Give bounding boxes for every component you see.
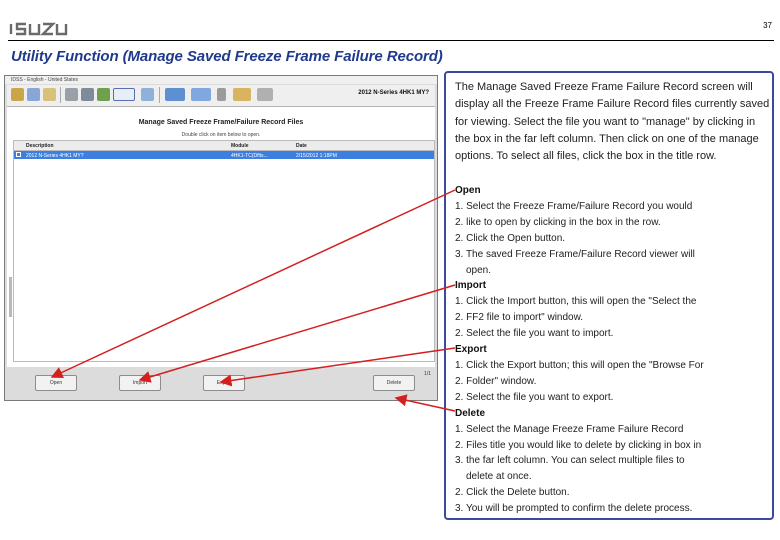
instruction-line: 2. Select the file you want to import.: [455, 328, 614, 340]
instruction-line: 2. FF2 file to import" window.: [455, 312, 584, 324]
signal-icon[interactable]: [233, 88, 251, 101]
phone-icon[interactable]: [217, 88, 226, 101]
screen-icon[interactable]: [191, 88, 211, 101]
toolbar: 2012 N-Series 4HK1 MY?: [7, 85, 435, 107]
row-checkbox[interactable]: [16, 152, 21, 157]
instruction-list: Open 1. Select the Freeze Frame/Failure R…: [455, 183, 771, 517]
instruction-line: delete at once.: [466, 471, 532, 483]
open-button[interactable]: Open: [35, 375, 77, 391]
manager-panel: Manage Saved Freeze Frame/Failure Record…: [7, 107, 435, 367]
section-heading: Export: [455, 344, 487, 356]
instruction-line: 2. like to open by clicking in the box i…: [455, 216, 661, 228]
instruction-line: 1. Click the Import button, this will op…: [455, 296, 697, 308]
flash-icon[interactable]: [257, 88, 273, 101]
instruction-line: 2. Click the Open button.: [455, 232, 566, 244]
settings-icon[interactable]: [141, 88, 154, 101]
item-count: 1/1: [424, 371, 431, 377]
drm-icon[interactable]: [113, 88, 135, 101]
page-title: Utility Function (Manage Saved Freeze Fr…: [11, 48, 443, 65]
home-icon[interactable]: [11, 88, 24, 101]
instruction-line: 3. You will be prompted to confirm the d…: [455, 503, 693, 515]
section-heading: Import: [455, 280, 487, 292]
delete-button[interactable]: Delete: [373, 375, 415, 391]
instruction-line: 2. Select the file you want to export.: [455, 391, 614, 403]
folder-icon[interactable]: [43, 88, 56, 101]
app-screenshot: IDSS - English - United States 2012 N-Se…: [4, 75, 438, 401]
vehicle-label: 2012 N-Series 4HK1 MY?: [358, 90, 429, 96]
table-row[interactable]: 2012 N-Series 4HK1 MY? 4HK1-TC(Dflts... …: [14, 151, 434, 159]
instruction-line: 2. Folder" window.: [455, 375, 537, 387]
vehicle-icon[interactable]: [27, 88, 40, 101]
instruction-line: 3. The saved Freeze Frame/Failure Record…: [455, 248, 695, 260]
manager-heading: Manage Saved Freeze Frame/Failure Record…: [138, 119, 304, 126]
intro-text: The Manage Saved Freeze Frame Failure Re…: [455, 81, 770, 163]
column-module[interactable]: Module: [231, 143, 249, 149]
wrench-icon[interactable]: [81, 88, 94, 101]
toolbar-separator: [159, 87, 160, 103]
page-number: 37: [763, 21, 772, 30]
export-button[interactable]: Export: [203, 375, 245, 391]
row-module: 4HK1-TC(Dflts...: [231, 153, 268, 159]
instruction-line: 3. the far left column. You can select m…: [455, 455, 685, 467]
manager-subheading: Double click on item below to open.: [181, 132, 261, 138]
import-button[interactable]: Import: [119, 375, 161, 391]
print-icon[interactable]: [65, 88, 78, 101]
instruction-line: open.: [466, 264, 492, 276]
instruction-line: 1. Select the Manage Freeze Frame Failur…: [455, 423, 684, 435]
section-heading: Open: [455, 185, 481, 196]
button-bar: 1/1 Open Import Export Delete: [7, 368, 435, 398]
row-date: 2/15/2012 1:18PM: [296, 153, 337, 159]
column-description[interactable]: Description: [26, 143, 54, 149]
description-panel: The Manage Saved Freeze Frame Failure Re…: [444, 71, 774, 520]
instruction-line: 1. Click the Export button; this will op…: [455, 359, 704, 371]
window-title: IDSS - English - United States: [11, 77, 78, 83]
toolbar-separator: [60, 87, 61, 103]
instruction-line: 2. Files title you would like to delete …: [455, 439, 702, 451]
scrollbar[interactable]: [9, 277, 12, 317]
instruction-line: 1. Select the Freeze Frame/Failure Recor…: [455, 200, 693, 212]
section-heading: Delete: [455, 407, 486, 419]
instruction-line: 2. Click the Delete button.: [455, 487, 570, 499]
monitor-icon[interactable]: [165, 88, 185, 101]
header-rule: [8, 40, 774, 41]
row-description: 2012 N-Series 4HK1 MY?: [26, 153, 84, 159]
file-table: Description Module Date 2012 N-Series 4H…: [13, 140, 435, 362]
window-title-bar: IDSS - English - United States: [5, 76, 437, 84]
engine-icon[interactable]: [97, 88, 110, 101]
isuzu-logo: [9, 22, 68, 36]
table-header: Description Module Date: [14, 141, 434, 151]
column-date[interactable]: Date: [296, 143, 307, 149]
